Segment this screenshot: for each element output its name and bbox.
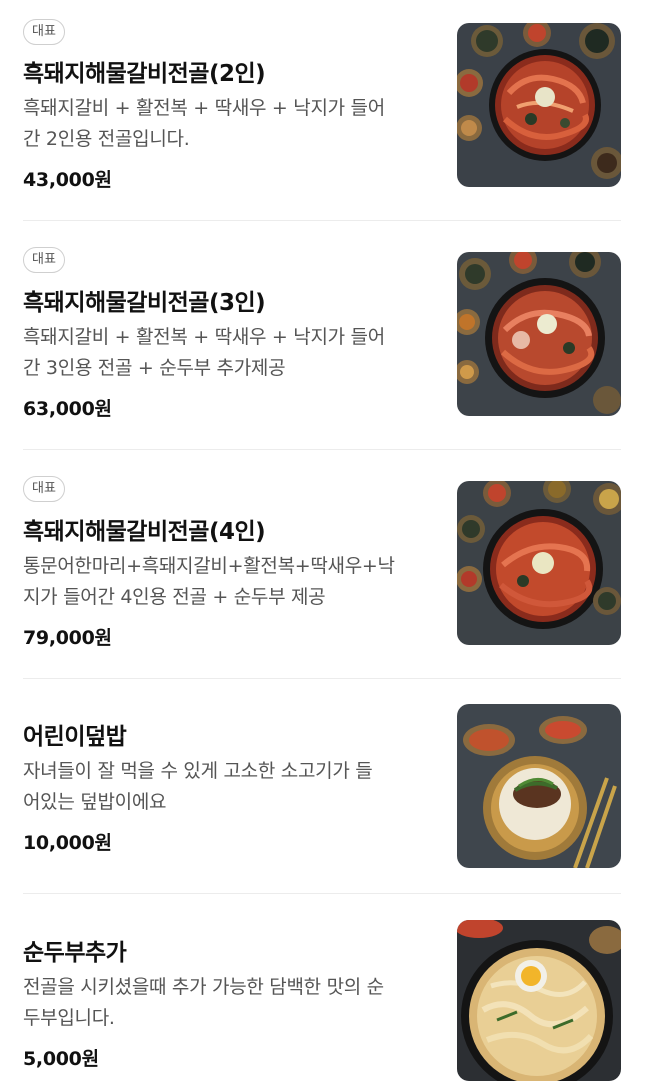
description-line: 전골을 시키셨을때 추가 가능한 담백한 맛의 순	[23, 976, 384, 998]
menu-item-price: 10,000원	[23, 832, 112, 854]
description-line: 간 2인용 전골입니다.	[23, 128, 190, 150]
menu-item-price: 43,000원	[23, 169, 112, 191]
description-line: 자녀들이 잘 먹을 수 있게 고소한 소고기가 들	[23, 760, 373, 782]
seafood-galbi-jeongol-photo	[457, 252, 621, 416]
menu-item-photo[interactable]	[457, 704, 621, 868]
menu-item[interactable]: 대표 흑돼지해물갈비전골(2인) 흑돼지갈비 + 활전복 + 딱새우 + 낙지가…	[0, 0, 645, 220]
menu-item-photo[interactable]	[457, 23, 621, 187]
description-line: 어있는 덮밥이에요	[23, 791, 167, 813]
beef-rice-bowl-photo	[457, 704, 621, 868]
description-line: 간 3인용 전골 + 순두부 추가제공	[23, 357, 286, 379]
menu-item-name: 어린이덮밥	[23, 724, 127, 750]
menu-item-price: 63,000원	[23, 398, 112, 420]
seafood-galbi-jeongol-photo	[457, 23, 621, 187]
signature-badge: 대표	[23, 247, 65, 273]
menu-item-name: 순두부추가	[23, 940, 127, 966]
menu-item-photo[interactable]	[457, 252, 621, 416]
description-line: 두부입니다.	[23, 1007, 115, 1029]
menu-item-description: 전골을 시키셨을때 추가 가능한 담백한 맛의 순 두부입니다.	[23, 972, 443, 1034]
description-line: 통문어한마리+흑돼지갈비+활전복+딱새우+낙	[23, 555, 395, 577]
menu-item-price: 79,000원	[23, 627, 112, 649]
description-line: 지가 들어간 4인용 전골 + 순두부 제공	[23, 586, 326, 608]
menu-item-description: 자녀들이 잘 먹을 수 있게 고소한 소고기가 들 어있는 덮밥이에요	[23, 756, 443, 818]
menu-item-description: 흑돼지갈비 + 활전복 + 딱새우 + 낙지가 들어 간 2인용 전골입니다.	[23, 93, 443, 155]
seafood-galbi-jeongol-photo	[457, 481, 621, 645]
menu-item-name: 흑돼지해물갈비전골(2인)	[23, 61, 266, 87]
menu-item[interactable]: 대표 흑돼지해물갈비전골(3인) 흑돼지갈비 + 활전복 + 딱새우 + 낙지가…	[0, 221, 645, 449]
menu-item-photo[interactable]	[457, 920, 621, 1081]
menu-item[interactable]: 대표 흑돼지해물갈비전골(4인) 통문어한마리+흑돼지갈비+활전복+딱새우+낙 …	[0, 450, 645, 678]
menu-item-description: 흑돼지갈비 + 활전복 + 딱새우 + 낙지가 들어 간 3인용 전골 + 순두…	[23, 322, 443, 384]
soft-tofu-stew-photo	[457, 920, 621, 1081]
menu-item[interactable]: 어린이덮밥 자녀들이 잘 먹을 수 있게 고소한 소고기가 들 어있는 덮밥이에…	[0, 679, 645, 893]
menu-item-name: 흑돼지해물갈비전골(4인)	[23, 519, 266, 545]
menu-list: 대표 흑돼지해물갈비전골(2인) 흑돼지갈비 + 활전복 + 딱새우 + 낙지가…	[0, 0, 645, 1087]
menu-item[interactable]: 순두부추가 전골을 시키셨을때 추가 가능한 담백한 맛의 순 두부입니다. 5…	[0, 894, 645, 1087]
description-line: 흑돼지갈비 + 활전복 + 딱새우 + 낙지가 들어	[23, 326, 385, 348]
description-line: 흑돼지갈비 + 활전복 + 딱새우 + 낙지가 들어	[23, 97, 385, 119]
menu-item-price: 5,000원	[23, 1048, 99, 1070]
signature-badge: 대표	[23, 19, 65, 45]
menu-item-photo[interactable]	[457, 481, 621, 645]
menu-item-description: 통문어한마리+흑돼지갈비+활전복+딱새우+낙 지가 들어간 4인용 전골 + 순…	[23, 551, 443, 613]
menu-item-name: 흑돼지해물갈비전골(3인)	[23, 290, 266, 316]
signature-badge: 대표	[23, 476, 65, 502]
